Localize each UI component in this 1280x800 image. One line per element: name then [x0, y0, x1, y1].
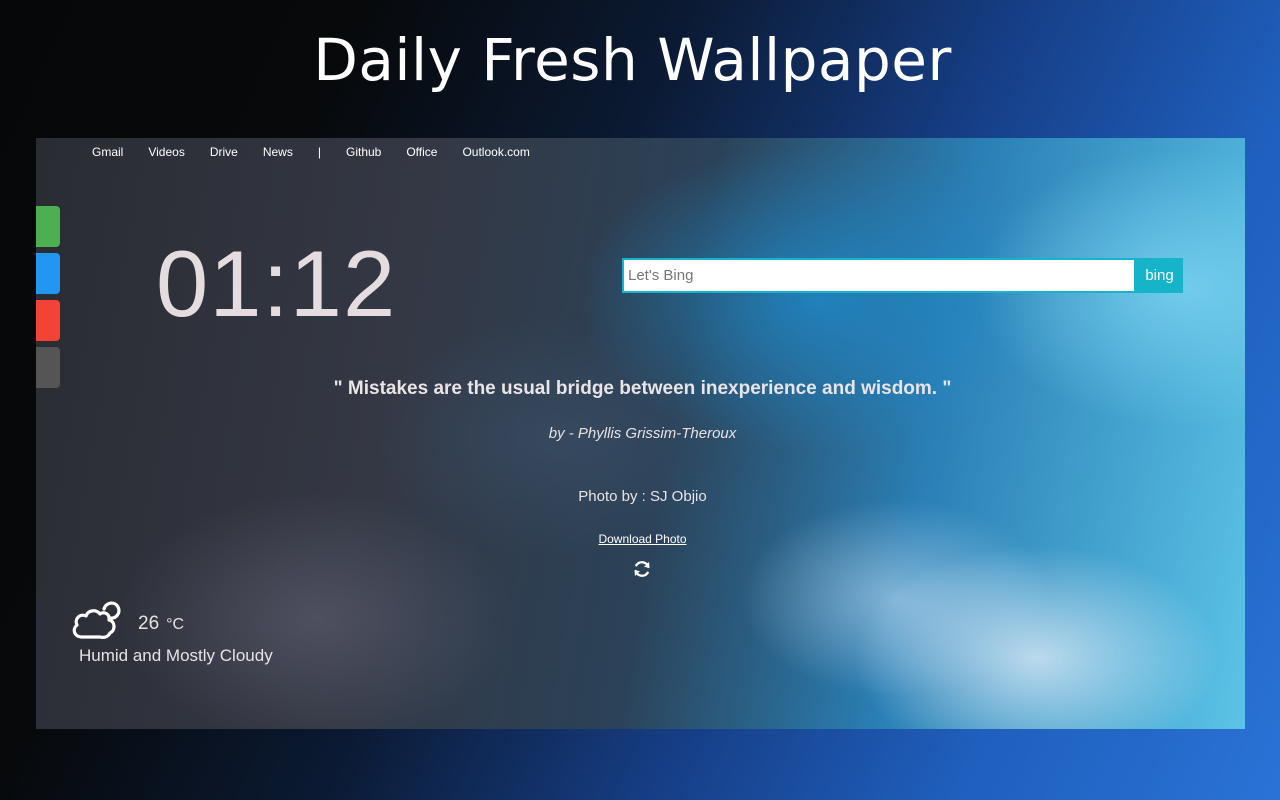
nav-separator: | [317, 145, 321, 159]
side-tab-blue[interactable] [36, 253, 60, 294]
download-row: Download Photo [36, 532, 1245, 546]
side-tab-green[interactable] [36, 206, 60, 247]
cloud-icon [72, 601, 121, 639]
photo-credit: Photo by : SJ Objio [578, 488, 707, 505]
quote-text: " Mistakes are the usual bridge between … [333, 378, 952, 399]
clock: 01:12 [156, 231, 397, 336]
nav-link-office[interactable]: Office [406, 145, 437, 159]
weather-condition: Humid and Mostly Cloudy [79, 646, 273, 665]
temperature: 26 °C [138, 613, 184, 635]
temperature-unit: °C [166, 616, 185, 633]
nav-link-outlook[interactable]: Outlook.com [462, 145, 529, 159]
promo-title: Daily Fresh Wallpaper [313, 26, 952, 94]
search-bar: bing [622, 258, 1183, 293]
side-tabs [36, 206, 60, 394]
search-input[interactable] [622, 258, 1136, 293]
nav-link-news[interactable]: News [263, 145, 293, 159]
nav-link-github[interactable]: Github [346, 145, 381, 159]
side-tab-red[interactable] [36, 300, 60, 341]
nav-link-gmail[interactable]: Gmail [92, 145, 123, 159]
nav-link-videos[interactable]: Videos [148, 145, 184, 159]
refresh-icon[interactable] [632, 559, 652, 579]
search-button[interactable]: bing [1136, 258, 1183, 293]
new-tab-screen: Gmail Videos Drive News | Github Office … [36, 138, 1245, 729]
download-photo-link[interactable]: Download Photo [598, 532, 686, 546]
nav-link-drive[interactable]: Drive [210, 145, 238, 159]
top-nav: Gmail Videos Drive News | Github Office … [92, 145, 555, 159]
temperature-value: 26 [138, 613, 160, 634]
quote-author: by - Phyllis Grissim-Theroux [548, 425, 737, 442]
